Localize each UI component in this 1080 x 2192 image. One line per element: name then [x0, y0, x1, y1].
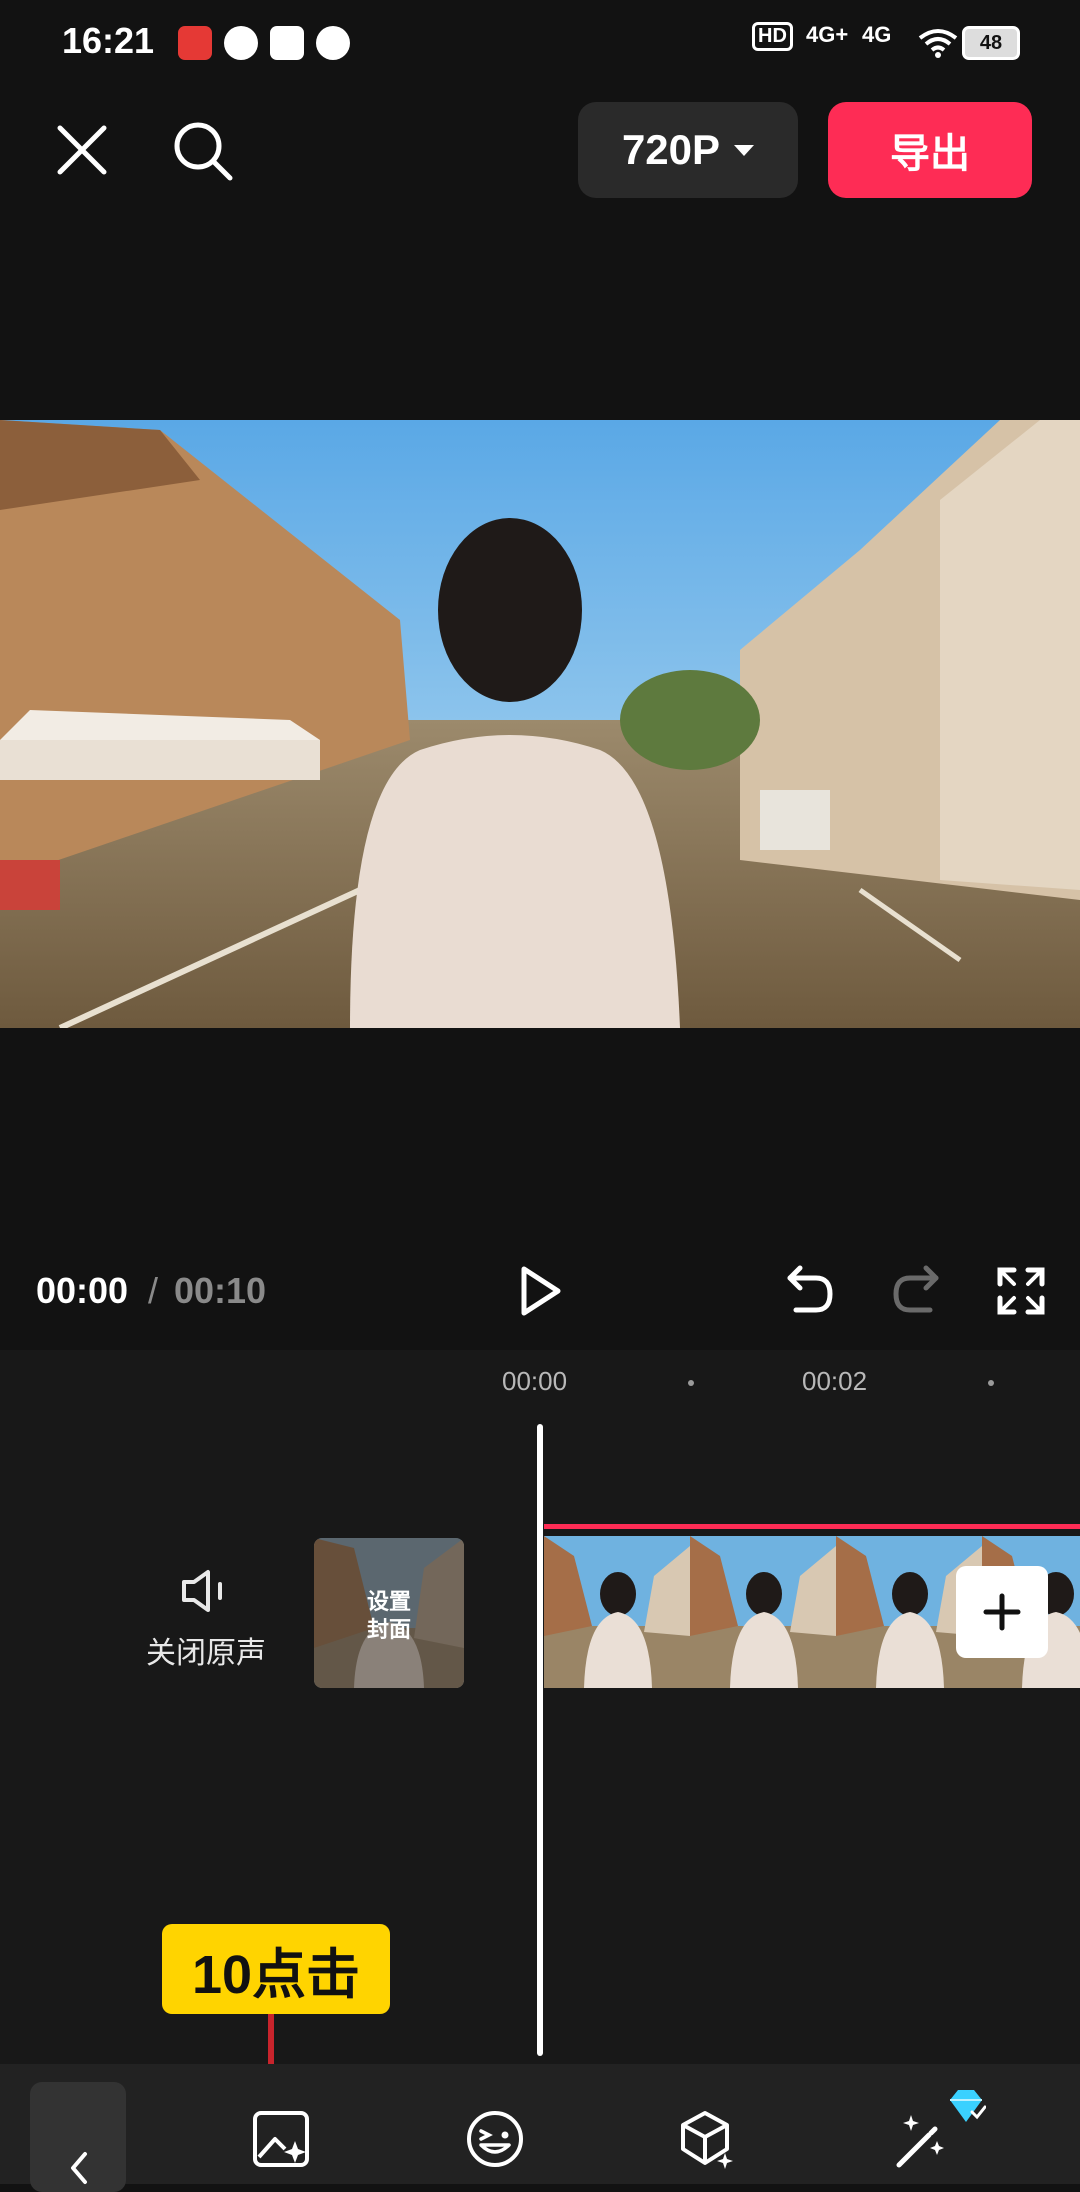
chevron-left-icon: [71, 2152, 87, 2184]
ruler-dot: [688, 1380, 694, 1386]
set-cover-label: 设置 封面: [314, 1588, 464, 1644]
ruler-mark-0: 00:00: [502, 1366, 568, 1396]
toutiao-icon: [270, 26, 304, 60]
sticker-tool-button[interactable]: [460, 2104, 530, 2174]
resolution-label: 720P: [621, 126, 721, 173]
sticker-face-icon: [467, 2111, 523, 2167]
status-bar: 16:21 HD 4G+ 4G 48: [0, 0, 1080, 88]
status-time: 16:21: [62, 20, 155, 61]
time-separator: /: [148, 1270, 159, 1311]
undo-icon[interactable]: [786, 1264, 834, 1316]
set-cover-label-line1: 设置: [366, 1589, 411, 1614]
speaker-icon[interactable]: [180, 1568, 230, 1614]
search-icon[interactable]: [170, 118, 236, 184]
play-icon[interactable]: [518, 1264, 564, 1318]
toolbar-back-button[interactable]: [30, 2082, 126, 2192]
app-notification-icon: [224, 26, 258, 60]
ruler-dot: [988, 1380, 994, 1386]
redo-icon[interactable]: [892, 1264, 940, 1316]
news-app-icon: [178, 26, 212, 60]
premium-diamond-icon: [950, 2090, 986, 2122]
close-icon[interactable]: [54, 122, 110, 178]
signal-4g-icon: 4G: [862, 22, 892, 47]
ruler-mark-1: 00:02: [802, 1366, 868, 1396]
export-button[interactable]: 导出: [828, 102, 1032, 198]
picture-magic-tool-button[interactable]: [246, 2104, 316, 2174]
add-clip-button[interactable]: [956, 1566, 1048, 1658]
caret-down-icon: [734, 144, 755, 156]
fullscreen-icon[interactable]: [996, 1266, 1046, 1316]
set-cover-label-line2: 封面: [366, 1617, 411, 1642]
signal-4g-plus-icon: 4G+: [806, 22, 849, 47]
clip-selection-line: [544, 1524, 1080, 1529]
video-frame-image: [0, 420, 1080, 1028]
effects-3d-tool-button[interactable]: [672, 2104, 742, 2174]
image-sparkle-icon: [253, 2111, 309, 2167]
total-time: 00:10: [174, 1270, 267, 1311]
resolution-dropdown[interactable]: 720P: [578, 102, 798, 198]
tutorial-annotation: 10点击: [162, 1924, 390, 2014]
hd-icon: HD: [752, 22, 793, 51]
current-time: 00:00: [36, 1270, 129, 1311]
battery-indicator: 48: [962, 26, 1020, 60]
plus-icon: [983, 1593, 1021, 1631]
cube-sparkle-icon: [681, 2111, 733, 2169]
video-preview[interactable]: [0, 420, 1080, 1028]
wechat-icon: [316, 26, 350, 60]
wifi-icon: [918, 29, 958, 58]
mute-original-audio-label[interactable]: 关闭原声: [146, 1628, 266, 1672]
playhead[interactable]: [537, 1424, 543, 2056]
